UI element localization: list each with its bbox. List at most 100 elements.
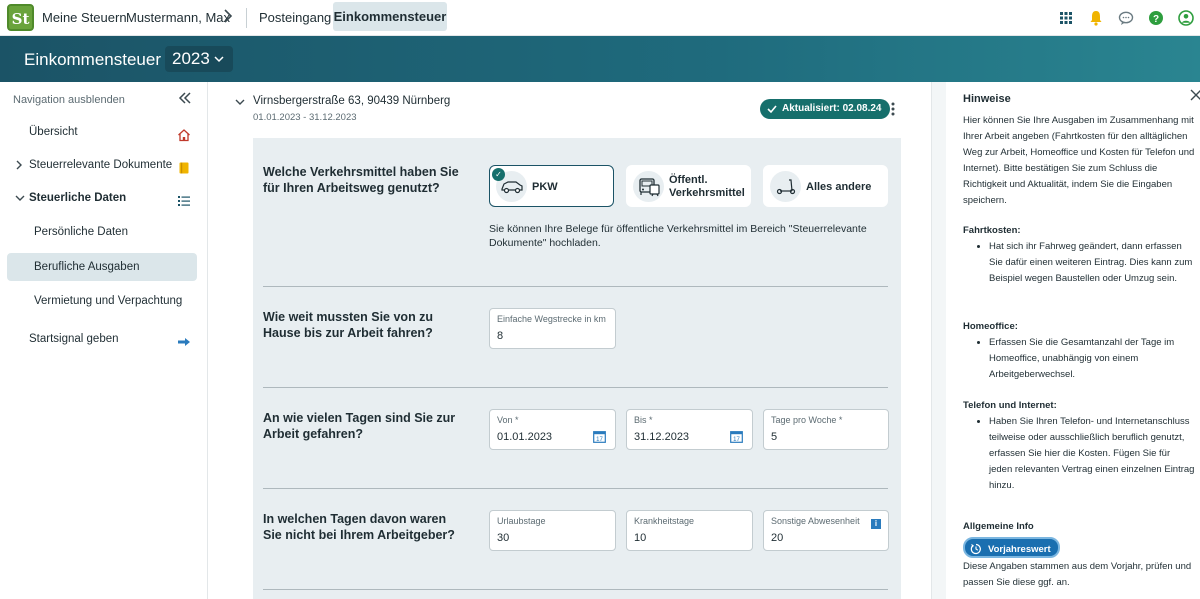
chevron-right-icon[interactable] (223, 9, 233, 26)
folder-icon (177, 158, 191, 174)
top-link-meine-steuern[interactable]: Meine Steuern (42, 10, 127, 25)
field-value: 30 (497, 532, 510, 544)
hints-fahrtkosten-list: Hat sich ihr Fahrweg geändert, dann erfa… (963, 239, 1195, 287)
hints-homeoffice-list: Erfassen Sie die Gesamtanzahl der Tage i… (963, 335, 1195, 383)
bell-icon[interactable] (1087, 9, 1105, 27)
sidebar-item-label: Vermietung und Verpachtung (34, 295, 183, 307)
status-badge: Aktualisiert: 02.08.24 (760, 99, 890, 119)
user-icon[interactable] (1177, 9, 1195, 27)
sidebar-item-steuerrelevante-dokumente[interactable]: Steuerrelevante Dokumente (7, 151, 197, 179)
selected-check-icon: ✓ (492, 168, 505, 181)
von-date-field[interactable]: Von * 01.01.2023 17 (489, 409, 616, 450)
field-label: Sonstige Abwesenheit (771, 516, 860, 526)
hints-telefon-list: Haben Sie Ihren Telefon- und Internetans… (963, 414, 1195, 494)
field-label: Von * (497, 415, 519, 425)
sidebar-item-uebersicht[interactable]: Übersicht (7, 118, 197, 146)
field-value: 20 (771, 532, 784, 544)
belege-hint: Sie können Ihre Belege für öffentliche V… (489, 223, 867, 249)
sidebar-item-vermietung-verpachtung[interactable]: Vermietung und Verpachtung (7, 287, 197, 315)
top-link-posteingang[interactable]: Posteingang (259, 10, 331, 25)
chevron-down-icon[interactable] (235, 96, 245, 111)
field-value: 31.12.2023 (634, 431, 690, 443)
sidebar-item-persoenliche-daten[interactable]: Persönliche Daten (7, 218, 197, 246)
question-wegstrecke: Wie weit mussten Sie von zu Hause bis zu… (263, 310, 434, 340)
close-icon[interactable] (1190, 88, 1200, 105)
bis-date-field[interactable]: Bis * 31.12.2023 17 (626, 409, 753, 450)
sidebar-item-label: Übersicht (29, 126, 78, 138)
form-panel: Welche Verkehrsmittel haben Sie für Ihre… (253, 138, 901, 599)
history-icon (970, 542, 982, 555)
apps-grid-icon[interactable] (1057, 9, 1075, 27)
field-label: Tage pro Woche * (771, 415, 843, 425)
sidebar-item-steuerliche-daten[interactable]: Steuerliche Daten (7, 184, 197, 212)
sidebar: Navigation ausblenden Übersicht Steuerre… (0, 82, 208, 599)
top-bar: St Meine Steuern Mustermann, Max Postein… (0, 0, 1200, 36)
option-label: Alles andere (806, 180, 872, 193)
krankheitstage-field[interactable]: Krankheitstage 10 (626, 510, 753, 551)
option-pkw[interactable]: ✓ PKW (489, 165, 614, 207)
field-label: Bis * (634, 415, 653, 425)
wegstrecke-field[interactable]: Einfache Wegstrecke in km 8 (489, 308, 616, 349)
sidebar-item-label: Steuerliche Daten (29, 192, 127, 204)
field-value: 8 (497, 330, 504, 342)
hints-panel: Hinweise Hier können Sie Ihre Ausgaben i… (931, 82, 1200, 599)
collapse-nav-icon[interactable] (178, 91, 192, 108)
more-options-icon[interactable] (888, 101, 898, 117)
info-icon[interactable]: i (871, 519, 881, 529)
hints-info-heading: Allgemeine Info (963, 521, 1034, 532)
sidebar-item-startsignal[interactable]: Startsignal geben (7, 325, 197, 353)
list-item: Erfassen Sie die Gesamtanzahl der Tage i… (989, 335, 1195, 383)
question-abwesenheit: In welchen Tagen davon waren Sie nicht b… (263, 512, 455, 542)
tab-einkommensteuer[interactable]: Einkommensteuer (333, 2, 447, 31)
list-item: Hat sich ihr Fahrweg geändert, dann erfa… (989, 239, 1195, 287)
option-oeffentliche-verkehrsmittel[interactable]: Öffentl. Verkehrsmittel (626, 165, 751, 207)
top-separator (246, 8, 247, 28)
field-value: 10 (634, 532, 647, 544)
address-period: 01.01.2023 - 31.12.2023 (253, 112, 357, 123)
calendar-icon[interactable]: 17 (593, 430, 606, 443)
help-icon[interactable]: ? (1147, 9, 1165, 27)
sonstige-abwesenheit-field[interactable]: Sonstige Abwesenheit 20 i (763, 510, 889, 551)
chevron-down-icon (214, 46, 224, 81)
main-content: Virnsbergerstraße 63, 90439 Nürnberg 01.… (208, 82, 931, 599)
option-alles-andere[interactable]: Alles andere (763, 165, 888, 207)
field-value: 5 (771, 431, 778, 443)
year-select[interactable]: 2023 (165, 46, 233, 72)
check-icon (767, 99, 777, 127)
home-icon (177, 125, 191, 142)
urlaubstage-field[interactable]: Urlaubstage 30 (489, 510, 616, 551)
divider (263, 387, 888, 388)
top-link-user[interactable]: Mustermann, Max (126, 10, 230, 25)
tage-pro-woche-field[interactable]: Tage pro Woche * 5 (763, 409, 889, 450)
address-title: Virnsbergerstraße 63, 90439 Nürnberg (253, 95, 451, 107)
divider (263, 286, 888, 287)
svg-text:17: 17 (596, 437, 603, 443)
nav-hide-label[interactable]: Navigation ausblenden (13, 94, 125, 106)
calendar-icon[interactable]: 17 (730, 430, 743, 443)
question-arbeitstage: An wie vielen Tagen sind Sie zur Arbeit … (263, 411, 456, 441)
option-label: PKW (532, 180, 558, 193)
app-logo[interactable]: St (7, 4, 34, 31)
hints-intro: Hier können Sie Ihre Ausgaben im Zusamme… (963, 115, 1195, 206)
hints-vorjahr-text: Diese Angaben stammen aus dem Vorjahr, p… (963, 561, 1192, 588)
sidebar-item-label: Persönliche Daten (34, 226, 128, 238)
svg-text:?: ? (1153, 14, 1159, 25)
list-icon (177, 191, 191, 206)
header-band: Einkommensteuer 2023 (0, 36, 1200, 82)
scooter-icon (770, 171, 801, 202)
year-value: 2023 (172, 49, 210, 68)
hints-telefon-heading: Telefon und Internet: (963, 400, 1057, 411)
field-label: Einfache Wegstrecke in km (497, 314, 606, 324)
chat-icon[interactable] (1117, 9, 1135, 27)
sidebar-item-label: Berufliche Ausgaben (34, 261, 140, 273)
sidebar-item-label: Steuerrelevante Dokumente (29, 159, 173, 171)
vorjahreswert-badge: Vorjahreswert (963, 537, 1060, 558)
sidebar-item-label: Startsignal geben (29, 333, 119, 345)
hints-title: Hinweise (963, 93, 1011, 105)
hints-homeoffice-heading: Homeoffice: (963, 321, 1018, 332)
bus-icon (633, 171, 664, 202)
field-label: Urlaubstage (497, 516, 546, 526)
arrow-right-icon (177, 332, 191, 346)
svg-text:17: 17 (733, 437, 740, 443)
sidebar-item-berufliche-ausgaben[interactable]: Berufliche Ausgaben (7, 253, 197, 281)
